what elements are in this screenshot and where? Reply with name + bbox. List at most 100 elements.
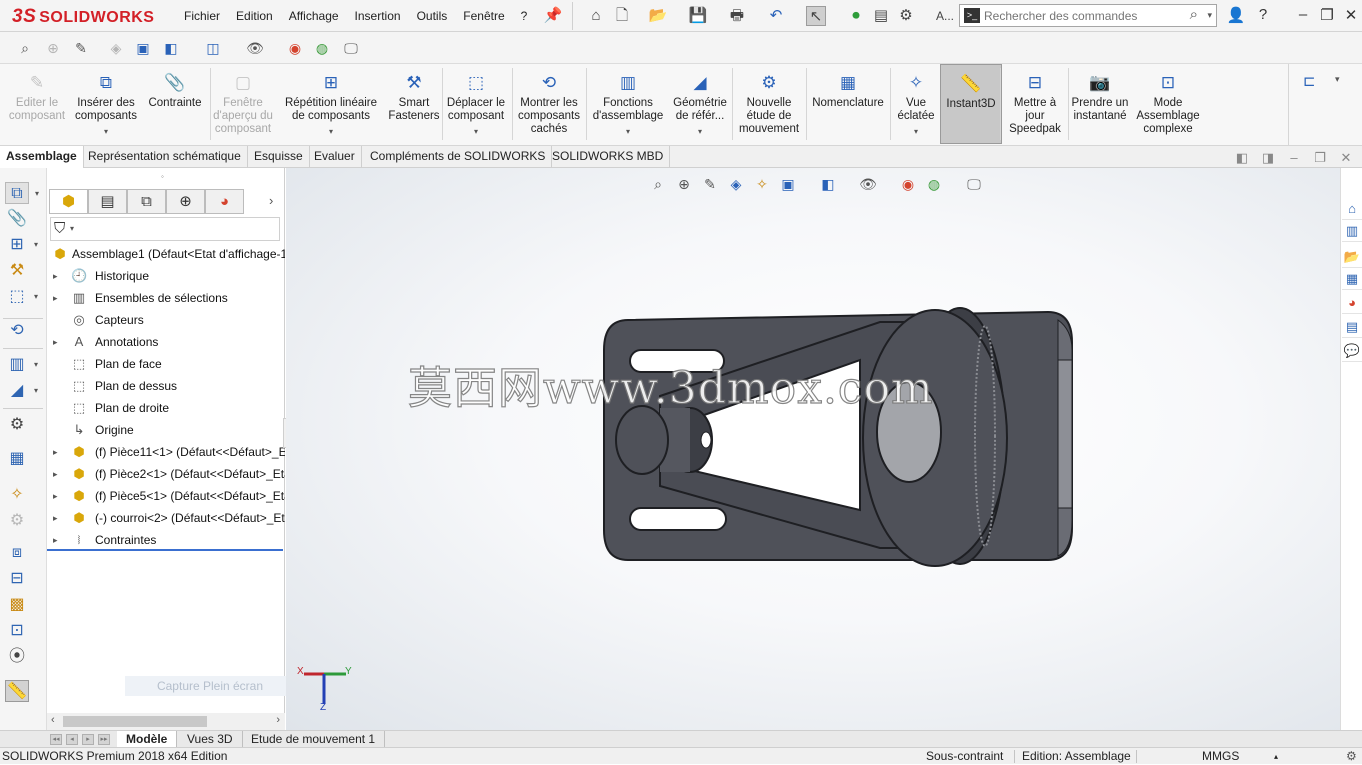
display-monitor-icon[interactable]: 🖵 (340, 38, 362, 58)
pin-icon[interactable]: 📌 (543, 6, 563, 26)
customize-icon[interactable]: ⚙ (1346, 748, 1357, 765)
tab-modele[interactable]: Modèle (117, 731, 178, 748)
tab-esquisse[interactable]: Esquisse (248, 146, 310, 168)
ruler-icon[interactable]: 📏 (5, 680, 29, 702)
ribbon-button-exploded-view[interactable]: ✧ Vue éclatée ▾ (892, 64, 940, 144)
tree-item[interactable]: ▸ A Annotations (47, 331, 285, 353)
mate-icon[interactable]: 📎 (5, 208, 29, 230)
move-component-icon[interactable]: ⬚ ▾ (5, 286, 38, 308)
tree-item[interactable]: ⬚ Plan de dessus (47, 375, 285, 397)
ribbon-button-smart-fasteners[interactable]: ⚒ Smart Fasteners (386, 64, 442, 144)
section-view-icon[interactable]: ◈ (105, 38, 127, 58)
doc-minimize-icon[interactable]: – (1284, 150, 1304, 165)
scene-icon[interactable]: ◍ (311, 38, 333, 58)
first-tab-icon[interactable]: ◂◂ (50, 734, 62, 745)
restore-icon[interactable]: ❐ (1316, 6, 1338, 24)
chevron-down-icon[interactable]: ▾ (1207, 10, 1212, 21)
featuremanager-tab-icon[interactable]: ⬢ (49, 189, 88, 214)
visibility-eye-icon[interactable]: 👁 (244, 38, 266, 58)
view-settings-icon[interactable]: 🖵 (964, 174, 984, 194)
user-icon[interactable]: 👤 (1225, 6, 1247, 24)
close-icon[interactable]: ✕ (1340, 6, 1362, 24)
instant3d-icon[interactable]: ⧈ (5, 542, 29, 564)
show-hidden-icon[interactable]: ⟲ (5, 320, 29, 342)
tree-item[interactable]: ⬚ Plan de face (47, 353, 285, 375)
tree-item[interactable]: ▸ ⬢ (f) Pièce5<1> (Défaut<<Défaut>_Etat d'… (47, 485, 285, 507)
tab-representation-schematique[interactable]: Représentation schématique (82, 146, 248, 168)
menu-insertion[interactable]: Insertion (347, 0, 409, 32)
dimxpert-tab-icon[interactable]: ⊕ (166, 189, 205, 214)
hide-show-icon[interactable]: 👁 (858, 174, 878, 194)
prev-tab-icon[interactable]: ◂ (66, 734, 78, 745)
small-pulley[interactable] (615, 405, 669, 475)
tree-item[interactable]: ▸ ▥ Ensembles de sélections (47, 287, 285, 309)
options-gear-icon[interactable]: ⚙ (896, 6, 916, 26)
search-input[interactable] (984, 6, 1190, 25)
save-icon[interactable]: 💾 (688, 6, 708, 26)
ribbon-button-motion-study[interactable]: ⚙ Nouvelle étude de mouvement (734, 64, 804, 144)
appearances-scenes-icon[interactable]: ◕ (1342, 292, 1362, 314)
camera-icon[interactable]: ⦿ (5, 646, 29, 668)
next-tab-icon[interactable]: ▸ (82, 734, 94, 745)
ribbon-button-move-component[interactable]: ⬚ Déplacer le composant ▾ (442, 64, 510, 144)
menu-fichier[interactable]: Fichier (176, 0, 228, 32)
expand-arrow-icon[interactable]: ▸ (53, 485, 58, 507)
graphics-area[interactable]: 莫西网www.3dmox.com (286, 168, 1340, 730)
ribbon-button-instant3d-ruler[interactable]: 📏 Instant3D (940, 64, 1002, 144)
ribbon-button-component-preview[interactable]: ▢ Fenêtre d'aperçu du composant (210, 64, 276, 144)
ribbon-button-linear-pattern[interactable]: ⊞ Répétition linéaire de composants ▾ (278, 64, 384, 144)
rebuild-traffic-light-icon[interactable]: ⏺ (846, 6, 866, 26)
bom-icon[interactable]: ▦ (5, 448, 29, 470)
new-document-icon[interactable]: 🗋 (612, 6, 632, 26)
expand-arrow-icon[interactable]: ▸ (53, 463, 58, 485)
tree-item[interactable]: ▸ ⬢ (f) Pièce2<1> (Défaut<<Défaut>_Etat d'… (47, 463, 285, 485)
scene-icon[interactable]: ◍ (924, 174, 944, 194)
tree-item[interactable]: ▸ 🕘 Historique (47, 265, 285, 287)
ribbon-button-mate-paperclip[interactable]: 📎 Contrainte (140, 64, 210, 144)
chevron-down-icon[interactable]: ▾ (626, 125, 630, 138)
panel-grip-icon[interactable]: ◦ (161, 172, 164, 181)
chevron-down-icon[interactable]: ▾ (34, 234, 38, 256)
exploded-view-icon[interactable]: ✧ (5, 484, 29, 506)
solidworks-logo[interactable]: 3S SOLIDWORKS (12, 6, 154, 28)
tab-assemblage[interactable]: Assemblage (0, 146, 84, 169)
appearance-icon[interactable]: ◉ (898, 174, 918, 194)
ribbon-button-insert-components[interactable]: ⧉ Insérer des composants ▾ (74, 64, 138, 144)
tree-item[interactable]: ◎ Capteurs (47, 309, 285, 331)
chevron-down-icon[interactable]: ▾ (70, 224, 74, 233)
search-icon[interactable]: ⌕ (1190, 6, 1198, 23)
expand-arrow-icon[interactable]: ▸ (53, 287, 58, 309)
filter-funnel-icon[interactable]: ⛉ (54, 220, 65, 237)
menu-outils[interactable]: Outils (409, 0, 456, 32)
tree-item[interactable]: ⬚ Plan de droite (47, 397, 285, 419)
home-icon[interactable]: ⌂ (586, 6, 606, 26)
toolbar-overflow[interactable]: A... (934, 6, 956, 26)
unit-system[interactable]: MMGS (1202, 748, 1239, 765)
print-icon[interactable]: 🖶 (727, 6, 747, 26)
menu-help[interactable]: ? (513, 0, 536, 32)
design-library-icon[interactable]: ▥ (1342, 220, 1362, 242)
menu-affichage[interactable]: Affichage (281, 0, 347, 32)
configurationmanager-tab-icon[interactable]: ⧉ (127, 189, 166, 214)
tab-complements[interactable]: Compléments de SOLIDWORKS (364, 146, 553, 168)
tile-left-icon[interactable]: ◧ (1232, 150, 1252, 166)
view-palette-icon[interactable]: ▦ (1342, 268, 1362, 290)
chevron-down-icon[interactable]: ▾ (34, 286, 38, 308)
hide-show-icon[interactable]: ◫ (202, 38, 224, 58)
scroll-left-icon[interactable]: ‹ (51, 714, 55, 726)
section-view-icon[interactable]: ◈ (726, 174, 746, 194)
rollback-bar[interactable] (47, 549, 283, 551)
last-tab-icon[interactable]: ▸▸ (98, 734, 110, 745)
assembly-features-icon[interactable]: ▥ ▾ (5, 354, 38, 376)
zoom-area-icon[interactable]: ⊕ (42, 38, 64, 58)
zoom-to-fit-icon[interactable]: ⌕ (14, 38, 36, 58)
expand-arrow-icon[interactable]: ▸ (53, 507, 58, 529)
assembly-model[interactable] (286, 168, 1340, 730)
tab-evaluer[interactable]: Evaluer (308, 146, 362, 168)
ribbon-button-edit-component[interactable]: ✎ Editer le composant (0, 64, 74, 144)
smart-fasteners-icon[interactable]: ⚒ (5, 260, 29, 282)
appearance-icon[interactable]: ◉ (284, 38, 306, 58)
command-search[interactable]: >_ ⌕ ▾ (959, 4, 1217, 27)
ribbon-button-show-hidden[interactable]: ⟲ Montrer les composants cachés (514, 64, 584, 144)
previous-view-icon[interactable]: ✎ (70, 38, 92, 58)
